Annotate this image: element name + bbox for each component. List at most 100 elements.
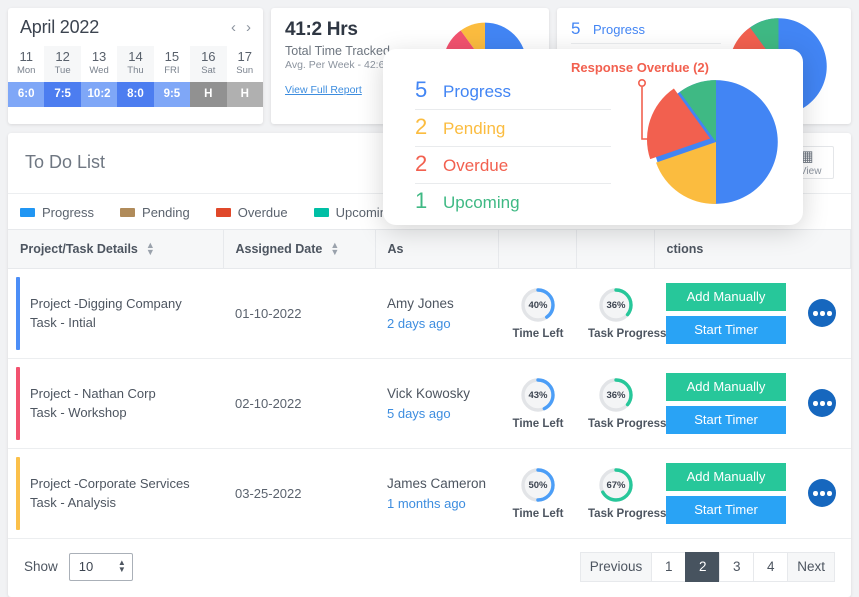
calendar-hours-mon[interactable]: 6:0 [8, 82, 44, 107]
task-name: Task - Workshop [30, 403, 213, 423]
popup-status-label: Progress [443, 82, 511, 102]
more-options-icon[interactable] [808, 479, 836, 507]
legend-label: Progress [42, 205, 94, 220]
legend-item-pending[interactable]: Pending [120, 205, 190, 220]
project-name: Project - Nathan Corp [30, 384, 213, 404]
legend-item-overdue[interactable]: Overdue [216, 205, 288, 220]
chevron-right-icon[interactable]: › [246, 20, 251, 35]
row-action-buttons: Add Manually Start Timer [666, 283, 786, 344]
popup-status-label: Overdue [443, 156, 508, 176]
add-manually-button[interactable]: Add Manually [666, 283, 786, 311]
page-size-control: Show 10 ▲▼ [24, 553, 133, 581]
cell-task-progress: 36%Task Progress [576, 268, 654, 358]
task-progress-label: Task Progress [588, 418, 644, 430]
status-count: 5 [571, 19, 582, 39]
calendar-day-sat[interactable]: 16Sat [190, 46, 226, 82]
chevron-left-icon[interactable]: ‹ [231, 20, 236, 35]
sort-icon[interactable]: ▲▼ [330, 242, 339, 256]
time-left-label: Time Left [510, 328, 566, 340]
assigned-date: 02-10-2022 [235, 396, 302, 411]
page-title: To Do List [25, 152, 105, 173]
legend-item-progress[interactable]: Progress [20, 205, 94, 220]
task-progress-value: 36% [597, 376, 635, 414]
popup-status-row-upcoming[interactable]: 1Upcoming [415, 184, 611, 220]
view-full-report-link[interactable]: View Full Report [285, 84, 362, 96]
row-action-buttons: Add Manually Start Timer [666, 463, 786, 524]
calendar-hours-sun[interactable]: H [227, 82, 263, 107]
calendar-hours-tue[interactable]: 7:5 [44, 82, 80, 107]
more-options-icon[interactable] [808, 299, 836, 327]
legend-label: Pending [142, 205, 190, 220]
stepper-icon[interactable]: ▲▼ [118, 560, 126, 574]
table-row[interactable]: Project -Corporate ServicesTask - Analys… [8, 448, 851, 538]
calendar-day-wed[interactable]: 13Wed [81, 46, 117, 82]
start-timer-button[interactable]: Start Timer [666, 406, 786, 434]
column-header-assigned-to[interactable]: As [375, 229, 498, 268]
more-options-icon[interactable] [808, 389, 836, 417]
calendar-day-name: Sun [227, 65, 263, 76]
table-row[interactable]: Project - Nathan CorpTask - Workshop 02-1… [8, 358, 851, 448]
calendar-hours-fri[interactable]: 9:5 [154, 82, 190, 107]
popup-status-row-progress[interactable]: 5Progress [415, 73, 611, 110]
assigned-ago[interactable]: 1 months ago [387, 494, 488, 514]
column-header-project[interactable]: Project/Task Details ▲▼ [8, 229, 223, 268]
popup-status-count: 2 [415, 151, 429, 177]
assignee-name: James Cameron [387, 474, 488, 494]
cell-assignee: Vick Kowosky5 days ago [375, 358, 498, 448]
sort-icon[interactable]: ▲▼ [146, 242, 155, 256]
cell-assigned-date: 02-10-2022 [223, 358, 375, 448]
start-timer-button[interactable]: Start Timer [666, 316, 786, 344]
cell-project: Project -Corporate ServicesTask - Analys… [8, 448, 223, 538]
cell-project: Project - Nathan CorpTask - Workshop [8, 358, 223, 448]
assigned-ago[interactable]: 5 days ago [387, 404, 488, 424]
calendar-day-fri[interactable]: 15FRI [154, 46, 190, 82]
start-timer-button[interactable]: Start Timer [666, 496, 786, 524]
cell-task-progress: 67%Task Progress [576, 448, 654, 538]
project-name: Project -Corporate Services [30, 474, 213, 494]
table-header-row: Project/Task Details ▲▼ Assigned Date ▲▼… [8, 229, 851, 268]
table-row[interactable]: Project -Digging CompanyTask - Intial01-… [8, 268, 851, 358]
calendar-hours-wed[interactable]: 10:2 [81, 82, 117, 107]
table-footer: Show 10 ▲▼ Previous1234Next [8, 539, 851, 597]
calendar-day-mon[interactable]: 11Mon [8, 46, 44, 82]
calendar-day-tue[interactable]: 12Tue [44, 46, 80, 82]
cell-actions: Add Manually Start Timer [654, 448, 851, 538]
task-name: Task - Intial [30, 313, 213, 333]
calendar-day-name: Thu [117, 65, 153, 76]
pagination-previous[interactable]: Previous [580, 552, 652, 582]
column-label: Assigned Date [236, 242, 323, 256]
status-row-progress[interactable]: 5Progress [571, 16, 721, 44]
time-left-ring: 43% [519, 376, 557, 414]
pagination-page-2[interactable]: 2 [685, 552, 719, 582]
task-progress-value: 36% [597, 286, 635, 324]
popup-status-row-overdue[interactable]: 2 Overdue [415, 147, 611, 184]
assigned-date: 01-10-2022 [235, 306, 302, 321]
page-size-select[interactable]: 10 ▲▼ [69, 553, 133, 581]
calendar-day-sun[interactable]: 17Sun [227, 46, 263, 82]
calendar-month-title: April 2022 [20, 17, 99, 38]
add-manually-button[interactable]: Add Manually [666, 463, 786, 491]
column-header-actions: ctions [654, 229, 851, 268]
calendar-day-name: Mon [8, 65, 44, 76]
time-left-value: 40% [519, 286, 557, 324]
task-progress-value: 67% [597, 466, 635, 504]
pagination-next[interactable]: Next [787, 552, 835, 582]
calendar-day-number: 15 [154, 49, 190, 65]
assigned-ago[interactable]: 2 days ago [387, 314, 488, 334]
column-header-assigned-date[interactable]: Assigned Date ▲▼ [223, 229, 375, 268]
calendar-header: April 2022 ‹ › [8, 8, 263, 46]
pagination-page-4[interactable]: 4 [753, 552, 787, 582]
pagination-page-1[interactable]: 1 [651, 552, 685, 582]
pagination-page-3[interactable]: 3 [719, 552, 753, 582]
calendar-day-number: 12 [44, 49, 80, 65]
task-status-popup[interactable]: 5Progress2Pending2Overdue1Upcoming Respo… [383, 49, 803, 225]
popup-status-row-pending[interactable]: 2Pending [415, 110, 611, 147]
task-progress-ring: 36% [597, 376, 635, 414]
calendar-hours-thu[interactable]: 8:0 [117, 82, 153, 107]
legend-swatch [216, 208, 231, 217]
calendar-day-thu[interactable]: 14Thu [117, 46, 153, 82]
column-header-task-progress [576, 229, 654, 268]
calendar-hours-sat[interactable]: H [190, 82, 226, 107]
add-manually-button[interactable]: Add Manually [666, 373, 786, 401]
row-action-buttons: Add Manually Start Timer [666, 373, 786, 434]
